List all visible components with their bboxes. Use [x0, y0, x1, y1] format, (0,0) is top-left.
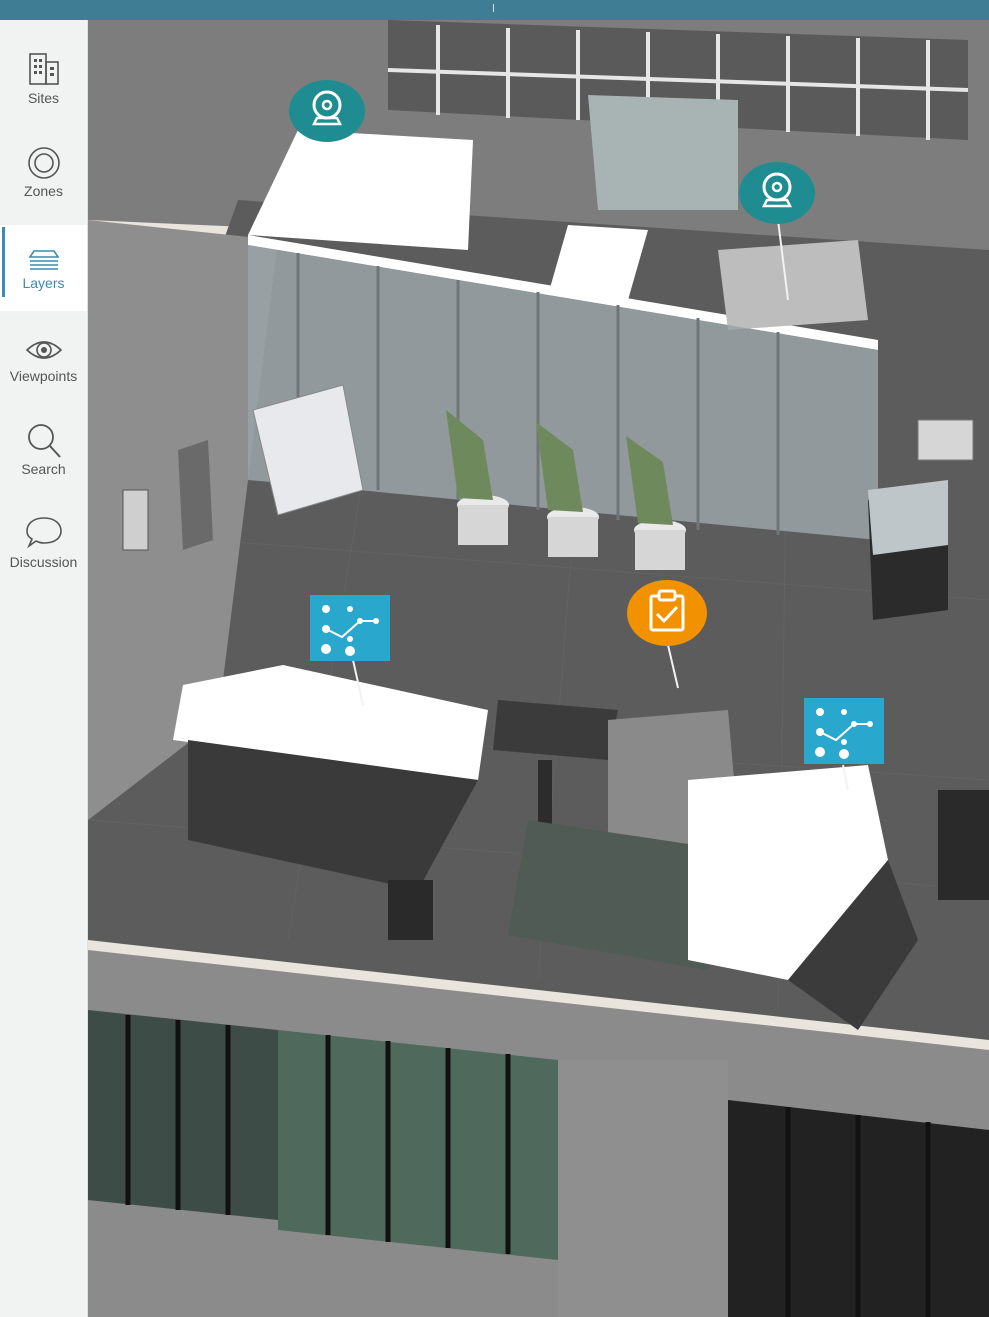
- desk-left-cabinet: [388, 880, 433, 940]
- glass-cabinet: [588, 95, 738, 210]
- monitor-stand: [493, 700, 618, 760]
- top-bar-tick: [493, 4, 494, 12]
- eye-icon: [25, 341, 63, 359]
- room-box-right: [718, 240, 868, 330]
- sidebar-item-label: Sites: [27, 90, 60, 106]
- sidebar-item-search[interactable]: Search: [0, 413, 87, 499]
- right-cabinet: [938, 790, 989, 900]
- chat-bubble-icon: [26, 517, 62, 549]
- workflow-marker-2[interactable]: [804, 698, 884, 764]
- sidebar-item-label: Layers: [22, 275, 65, 291]
- wall-screen: [917, 419, 974, 461]
- display-case-top: [868, 480, 948, 555]
- search-icon: [28, 424, 61, 458]
- camera-marker-2[interactable]: [738, 160, 816, 226]
- sidebar-item-label: Discussion: [9, 554, 78, 570]
- sidebar-item-label: Search: [21, 461, 66, 477]
- sidebar-item-label: Zones: [24, 183, 63, 199]
- sidebar-item-label: Viewpoints: [9, 368, 78, 384]
- facade-pillar: [558, 1060, 728, 1317]
- camera-marker-1[interactable]: [288, 78, 366, 144]
- sidebar-item-discussion[interactable]: Discussion: [0, 506, 87, 592]
- sidebar-item-zones[interactable]: Zones: [0, 135, 87, 221]
- sidebar-item-layers[interactable]: Layers: [0, 225, 87, 311]
- sidebar: Sites Zones Layers Viewpoints Search Dis…: [0, 20, 88, 1317]
- building-icon: [29, 53, 59, 85]
- sidebar-item-sites[interactable]: Sites: [0, 42, 87, 128]
- top-bar: [0, 0, 989, 20]
- floorplan-scene: [88, 20, 989, 1317]
- task-marker[interactable]: [626, 578, 708, 648]
- zone-circle-icon: [28, 147, 60, 179]
- wall-door: [178, 440, 213, 550]
- 3d-floorplan-viewport[interactable]: [88, 20, 989, 1317]
- layers-icon: [28, 250, 60, 270]
- workflow-marker-1[interactable]: [310, 595, 390, 661]
- sidebar-item-viewpoints[interactable]: Viewpoints: [0, 320, 87, 406]
- wall-poster: [122, 489, 149, 551]
